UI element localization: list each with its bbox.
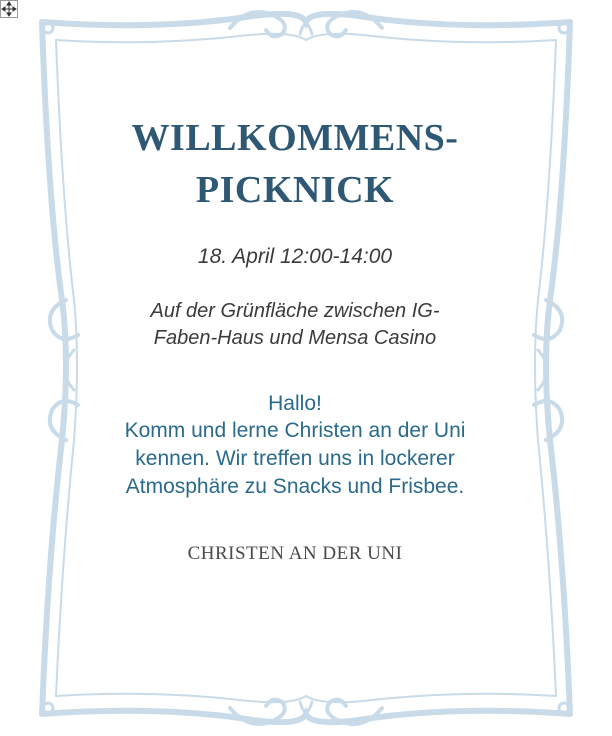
greeting-text: Hallo! [268, 392, 322, 415]
event-date-time: 18. April 12:00-14:00 [197, 245, 393, 268]
organization-name: CHRISTEN AN DER UNI [187, 543, 403, 564]
flyer-content: WILLKOMMENS-PICKNICK 18. April 12:00-14:… [100, 112, 490, 565]
flyer-title: WILLKOMMENS-PICKNICK [131, 117, 459, 211]
event-location: Auf der Grünfläche zwischen IG-Faben-Hau… [150, 300, 440, 349]
invitation-message: Komm und lerne Christen an der Uni kenne… [124, 419, 466, 498]
